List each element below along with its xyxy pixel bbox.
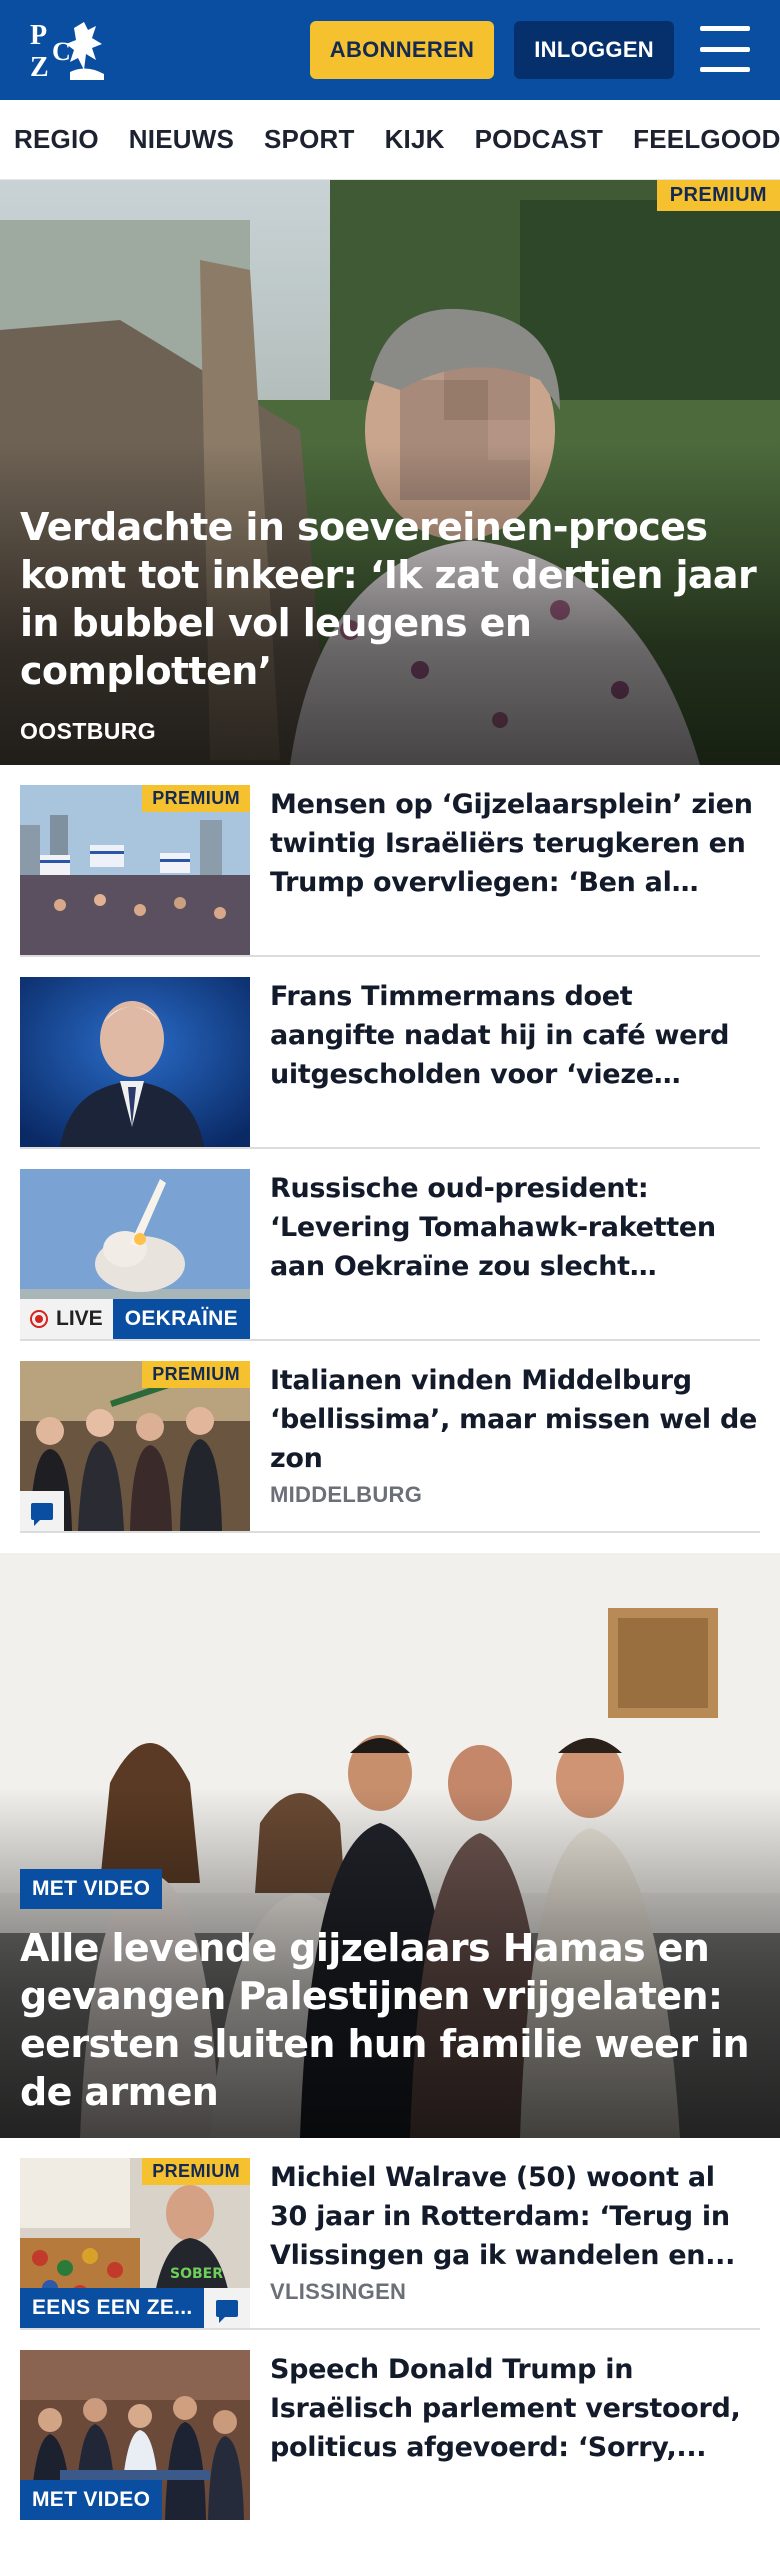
- list-item[interactable]: MET VIDEO Speech Donald Trump in Israëli…: [20, 2330, 760, 2522]
- video-tag: MET VIDEO: [20, 2480, 163, 2520]
- comment-icon[interactable]: [20, 1491, 64, 1531]
- live-indicator: LIVE: [20, 1299, 113, 1339]
- svg-text:SOBER: SOBER: [170, 2266, 223, 2282]
- hero-title[interactable]: Verdachte in soevereinen-proces komt tot…: [20, 503, 760, 695]
- list-item[interactable]: LIVE OEKRAÏNE Russische oud-president: ‘…: [20, 1149, 760, 1341]
- list-item[interactable]: PREMIUM Mensen op ‘Gijzelaarsplein’ zien…: [20, 765, 760, 957]
- article-title[interactable]: Michiel Walrave (50) woont al 30 jaar in…: [270, 2158, 760, 2275]
- article-thumbnail: LIVE OEKRAÏNE: [20, 1169, 250, 1339]
- svg-text:C: C: [52, 37, 71, 66]
- premium-badge: PREMIUM: [142, 1361, 250, 1388]
- article-thumbnail: PREMIUM: [20, 1361, 250, 1531]
- premium-badge: PREMIUM: [656, 180, 780, 211]
- article-list-2: SOBER PREMIUM EENS EEN ZE... Michiel Wal…: [0, 2138, 780, 2522]
- nav-item-nieuws[interactable]: NIEUWS: [129, 124, 234, 155]
- premium-badge: PREMIUM: [142, 785, 250, 812]
- nav-item-podcast[interactable]: PODCAST: [475, 124, 604, 155]
- premium-badge: PREMIUM: [142, 2158, 250, 2185]
- login-button[interactable]: INLOGGEN: [514, 21, 674, 79]
- hero-article[interactable]: PREMIUM Verdachte in soevereinen-proces …: [0, 180, 780, 765]
- nav-item-regio[interactable]: REGIO: [14, 124, 99, 155]
- svg-text:P: P: [30, 20, 47, 51]
- comment-icon[interactable]: [204, 2288, 250, 2328]
- hamburger-menu-icon[interactable]: [700, 26, 750, 72]
- hero-location: OOSTBURG: [20, 718, 157, 744]
- list-item[interactable]: Frans Timmermans doet aangifte nadat hij…: [20, 957, 760, 1149]
- top-header: P Z C ABONNEREN INLOGGEN: [0, 0, 780, 100]
- article-thumbnail: PREMIUM: [20, 785, 250, 955]
- article-thumbnail: MET VIDEO: [20, 2350, 250, 2520]
- article-thumbnail: SOBER PREMIUM EENS EEN ZE...: [20, 2158, 250, 2328]
- video-tag: MET VIDEO: [20, 1869, 163, 1909]
- live-dot-icon: [30, 1310, 48, 1328]
- nav-item-kijk[interactable]: KIJK: [385, 124, 445, 155]
- article-title[interactable]: Speech Donald Trump in Israëlisch parlem…: [270, 2350, 760, 2467]
- series-tag: EENS EEN ZE...: [20, 2288, 204, 2328]
- svg-text:Z: Z: [30, 52, 49, 83]
- pzc-logo[interactable]: P Z C: [26, 10, 116, 90]
- article-location: VLISSINGEN: [270, 2279, 407, 2304]
- article-title[interactable]: Russische oud-president: ‘Levering Tomah…: [270, 1169, 760, 1286]
- article-title[interactable]: Frans Timmermans doet aangifte nadat hij…: [270, 977, 760, 1094]
- article-title[interactable]: Italianen vinden Middelburg ‘bellissima’…: [270, 1361, 760, 1478]
- article-location: MIDDELBURG: [270, 1482, 423, 1507]
- live-label: LIVE: [56, 1307, 103, 1330]
- list-item[interactable]: SOBER PREMIUM EENS EEN ZE... Michiel Wal…: [20, 2138, 760, 2330]
- hero2-title[interactable]: Alle levende gijzelaars Hamas en gevange…: [20, 1924, 760, 2116]
- article-thumbnail: [20, 977, 250, 1147]
- nav-item-sport[interactable]: SPORT: [264, 124, 355, 155]
- hero-article-2[interactable]: MET VIDEO Alle levende gijzelaars Hamas …: [0, 1553, 780, 2138]
- section-nav: REGIO NIEUWS SPORT KIJK PODCAST FEELGOOD…: [0, 100, 780, 180]
- nav-item-feelgood[interactable]: FEELGOOD: [633, 124, 780, 155]
- article-list: PREMIUM Mensen op ‘Gijzelaarsplein’ zien…: [0, 765, 780, 1533]
- list-item[interactable]: PREMIUM Italianen vinden Middelburg ‘bel…: [20, 1341, 760, 1533]
- category-tag: OEKRAÏNE: [112, 1299, 250, 1339]
- article-title[interactable]: Mensen op ‘Gijzelaarsplein’ zien twintig…: [270, 785, 760, 902]
- subscribe-button[interactable]: ABONNEREN: [309, 21, 495, 79]
